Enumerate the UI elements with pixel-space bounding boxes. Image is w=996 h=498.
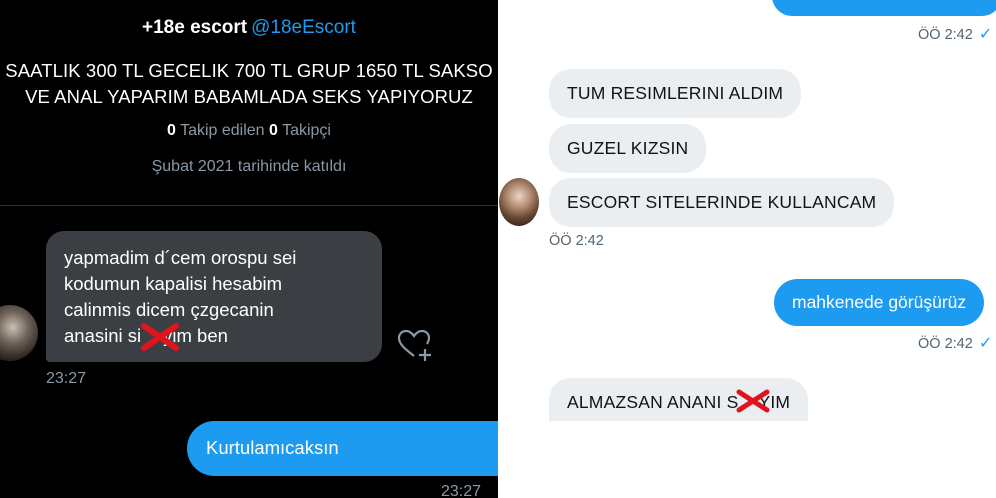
profile-header: +18e escort @18eEscort	[0, 17, 498, 39]
message-timestamp: ÖÖ 2:42 ✓	[918, 24, 992, 44]
time-text: ÖÖ 2:42	[918, 336, 973, 352]
message-timestamp: 23:27	[441, 483, 482, 498]
bio-line-2: VE ANAL YAPARIM BABAMLADA SEKS YAPIYORUZ	[25, 86, 473, 107]
message-bubble-incoming[interactable]: TUM RESIMLERINI ALDIM	[549, 69, 802, 118]
read-check-icon: ✓	[978, 26, 993, 43]
profile-name[interactable]: +18e escort	[142, 17, 247, 38]
divider	[0, 205, 498, 206]
following-count[interactable]: 0	[167, 122, 176, 139]
message-bubble-incoming[interactable]: GUZEL KIZSIN	[549, 124, 707, 173]
sender-avatar[interactable]	[499, 178, 539, 226]
sender-avatar[interactable]	[0, 305, 38, 361]
time-text: ÖÖ 2:42	[918, 27, 973, 43]
profile-handle[interactable]: @18eEscort	[251, 17, 356, 38]
message-timestamp: ÖÖ 2:42 ✓	[918, 333, 992, 353]
dark-conversation-panel: +18e escort @18eEscort SAATLIK 300 TL GEC…	[0, 0, 498, 498]
heart-plus-icon[interactable]	[395, 326, 433, 364]
message-line: yapmadim d´cem orospu sei	[64, 247, 297, 268]
message-line: anasini si yim ben	[64, 323, 364, 349]
message-bubble-outgoing[interactable]	[772, 0, 996, 16]
message-timestamp: ÖÖ 2:42	[549, 233, 604, 249]
cropped-area	[498, 421, 996, 498]
joined-date: Şubat 2021 tarihinde katıldı	[151, 158, 347, 175]
read-check-icon: ✓	[978, 335, 993, 352]
message-timestamp: 23:27	[46, 370, 87, 387]
message-line: calinmis dicem çzgecanin	[64, 299, 274, 320]
follow-stats: 0 Takip edilen 0 Takipçi	[0, 122, 498, 140]
bio-line-1: SAATLIK 300 TL GECELIK 700 TL GRUP 1650 …	[5, 60, 493, 81]
red-x-icon	[141, 323, 179, 351]
message-fragment: anasini si	[64, 325, 142, 346]
following-label[interactable]: Takip edilen	[180, 122, 265, 139]
message-bubble-incoming[interactable]: yapmadim d´cem orospu sei kodumun kapali…	[46, 231, 382, 362]
message-bubble-outgoing[interactable]: Kurtulamıcaksın	[187, 421, 498, 476]
followers-count[interactable]: 0	[269, 122, 278, 139]
red-x-icon	[736, 389, 770, 413]
followers-label[interactable]: Takipçi	[282, 122, 331, 139]
profile-bio: SAATLIK 300 TL GECELIK 700 TL GRUP 1650 …	[0, 58, 498, 110]
message-line: kodumun kapalisi hesabim	[64, 273, 283, 294]
message-bubble-outgoing[interactable]: mahkenede görüşürüz	[774, 279, 985, 326]
message-fragment: ALMAZSAN ANANI S	[567, 392, 739, 412]
message-bubble-incoming[interactable]: ESCORT SITELERINDE KULLANCAM	[549, 178, 895, 227]
